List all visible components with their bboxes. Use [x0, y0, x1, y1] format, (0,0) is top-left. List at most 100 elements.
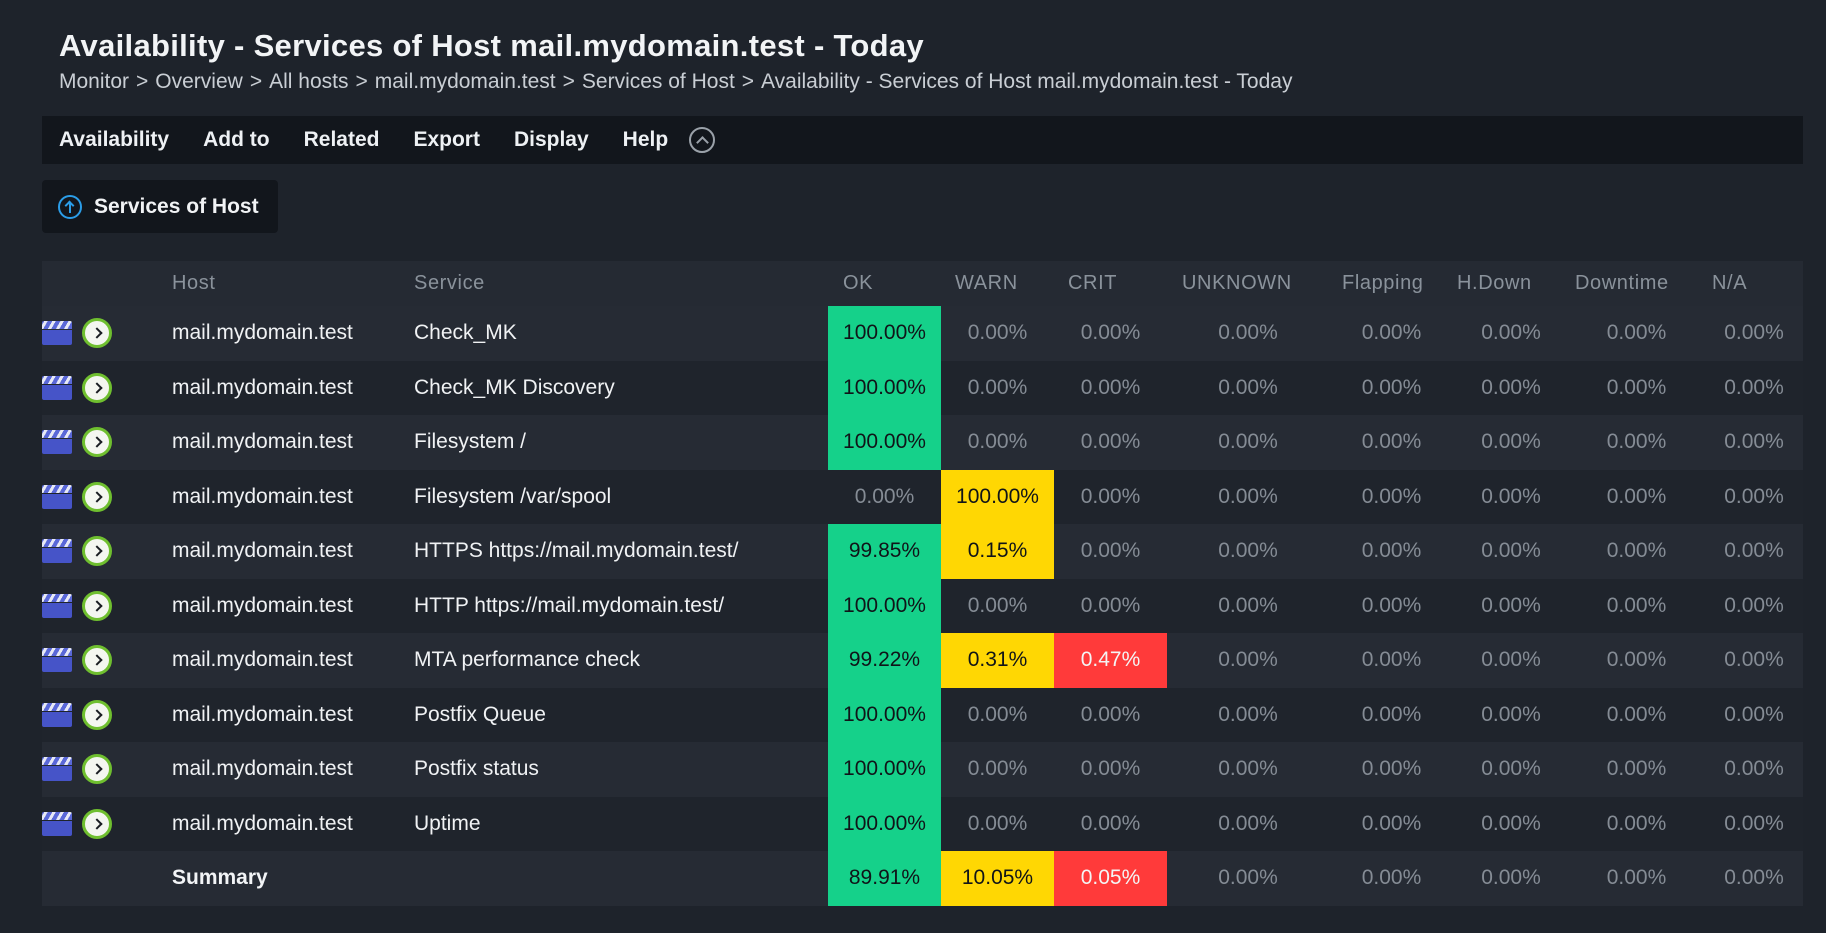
warn-cell: 100.00%	[941, 469, 1054, 524]
na-cell: 0.00%	[1705, 742, 1803, 797]
warn-cell: 0.00%	[941, 796, 1054, 851]
breadcrumb-separator: >	[741, 70, 755, 93]
host-cell[interactable]: mail.mydomain.test	[172, 415, 414, 470]
col-header-host[interactable]: Host	[172, 261, 414, 306]
host-cell[interactable]: mail.mydomain.test	[172, 306, 414, 361]
service-timeline-icon[interactable]	[82, 645, 112, 676]
service-cell[interactable]: Uptime	[414, 796, 828, 851]
host-cell[interactable]: mail.mydomain.test	[172, 360, 414, 415]
service-timeline-icon[interactable]	[82, 372, 112, 403]
menu-export[interactable]: Export	[396, 128, 497, 152]
menu-availability[interactable]: Availability	[42, 128, 186, 152]
row-icons	[42, 360, 172, 415]
breadcrumb-item[interactable]: Overview	[155, 70, 243, 93]
col-header-downtime[interactable]: Downtime	[1568, 261, 1705, 306]
breadcrumb-separator: >	[562, 70, 575, 93]
col-header-ok[interactable]: OK	[828, 261, 941, 306]
warn-cell: 0.15%	[941, 524, 1054, 579]
service-history-icon[interactable]	[42, 484, 72, 509]
col-header-flapping[interactable]: Flapping	[1329, 261, 1454, 306]
host-cell[interactable]: mail.mydomain.test	[172, 469, 414, 524]
service-history-icon[interactable]	[42, 593, 72, 618]
service-cell[interactable]: Filesystem /var/spool	[414, 469, 828, 524]
row-icons	[42, 742, 172, 797]
row-icons	[42, 796, 172, 851]
flapping-cell: 0.00%	[1329, 742, 1454, 797]
host-cell[interactable]: mail.mydomain.test	[172, 796, 414, 851]
service-cell[interactable]: HTTPS https://mail.mydomain.test/	[414, 524, 828, 579]
menu-related[interactable]: Related	[287, 128, 397, 152]
service-cell[interactable]: HTTP https://mail.mydomain.test/	[414, 578, 828, 633]
summary-label: Summary	[172, 851, 414, 906]
menu-help[interactable]: Help	[606, 128, 686, 152]
table-row: mail.mydomain.test MTA performance check 9…	[42, 633, 1803, 688]
service-history-icon[interactable]	[42, 757, 72, 782]
service-history-icon[interactable]	[42, 648, 72, 673]
ok-cell: 100.00%	[828, 687, 941, 742]
service-cell[interactable]: MTA performance check	[414, 633, 828, 688]
service-cell[interactable]: Filesystem /	[414, 415, 828, 470]
breadcrumb-separator: >	[355, 70, 368, 93]
col-header-icons	[42, 261, 172, 306]
col-header-service[interactable]: Service	[414, 261, 828, 306]
col-header-hdown[interactable]: H.Down	[1454, 261, 1568, 306]
service-timeline-icon[interactable]	[82, 536, 112, 567]
crit-cell: 0.00%	[1054, 742, 1167, 797]
services-of-host-button[interactable]: Services of Host	[42, 180, 278, 233]
host-cell[interactable]: mail.mydomain.test	[172, 524, 414, 579]
table-row: mail.mydomain.test Check_MK Discovery 100.…	[42, 360, 1803, 415]
service-timeline-icon[interactable]	[82, 808, 112, 839]
hdown-cell: 0.00%	[1454, 796, 1568, 851]
ok-cell: 100.00%	[828, 415, 941, 470]
downtime-cell: 0.00%	[1568, 796, 1705, 851]
host-cell[interactable]: mail.mydomain.test	[172, 633, 414, 688]
service-cell[interactable]: Check_MK Discovery	[414, 360, 828, 415]
col-header-crit[interactable]: CRIT	[1054, 261, 1167, 306]
na-cell: 0.00%	[1705, 360, 1803, 415]
menu-display[interactable]: Display	[497, 128, 606, 152]
service-history-icon[interactable]	[42, 702, 72, 727]
service-timeline-icon[interactable]	[82, 318, 112, 349]
service-history-icon[interactable]	[42, 321, 72, 346]
flapping-cell: 0.00%	[1329, 796, 1454, 851]
service-timeline-icon[interactable]	[82, 590, 112, 621]
ok-cell: 99.85%	[828, 524, 941, 579]
service-history-icon[interactable]	[42, 811, 72, 836]
service-timeline-icon[interactable]	[82, 427, 112, 458]
downtime-cell: 0.00%	[1568, 415, 1705, 470]
summary-flapping-cell: 0.00%	[1329, 851, 1454, 906]
flapping-cell: 0.00%	[1329, 687, 1454, 742]
ok-cell: 100.00%	[828, 578, 941, 633]
table-header-row: Host Service OK WARN CRIT UNKNOWN Flappi…	[42, 261, 1803, 306]
col-header-na[interactable]: N/A	[1705, 261, 1803, 306]
crit-cell: 0.00%	[1054, 415, 1167, 470]
col-header-warn[interactable]: WARN	[941, 261, 1054, 306]
service-cell[interactable]: Postfix status	[414, 742, 828, 797]
service-history-icon[interactable]	[42, 539, 72, 564]
service-cell[interactable]: Check_MK	[414, 306, 828, 361]
arrow-up-circle-icon	[58, 194, 82, 219]
summary-na-cell: 0.00%	[1705, 851, 1803, 906]
service-timeline-icon[interactable]	[82, 699, 112, 730]
flapping-cell: 0.00%	[1329, 524, 1454, 579]
hdown-cell: 0.00%	[1454, 687, 1568, 742]
menu-add-to[interactable]: Add to	[186, 128, 286, 152]
col-header-unknown[interactable]: UNKNOWN	[1167, 261, 1329, 306]
flapping-cell: 0.00%	[1329, 578, 1454, 633]
warn-cell: 0.00%	[941, 742, 1054, 797]
service-history-icon[interactable]	[42, 430, 72, 455]
service-timeline-icon[interactable]	[82, 481, 112, 512]
breadcrumb-item[interactable]: Monitor	[59, 70, 129, 93]
host-cell[interactable]: mail.mydomain.test	[172, 742, 414, 797]
host-cell[interactable]: mail.mydomain.test	[172, 578, 414, 633]
warn-cell: 0.00%	[941, 578, 1054, 633]
host-cell[interactable]: mail.mydomain.test	[172, 687, 414, 742]
hdown-cell: 0.00%	[1454, 306, 1568, 361]
breadcrumb-item[interactable]: All hosts	[269, 70, 348, 93]
breadcrumb-item[interactable]: Services of Host	[582, 70, 735, 93]
chevron-up-circle-icon[interactable]	[689, 127, 716, 153]
service-cell[interactable]: Postfix Queue	[414, 687, 828, 742]
service-timeline-icon[interactable]	[82, 754, 112, 785]
service-history-icon[interactable]	[42, 375, 72, 400]
breadcrumb-item[interactable]: mail.mydomain.test	[375, 70, 556, 93]
